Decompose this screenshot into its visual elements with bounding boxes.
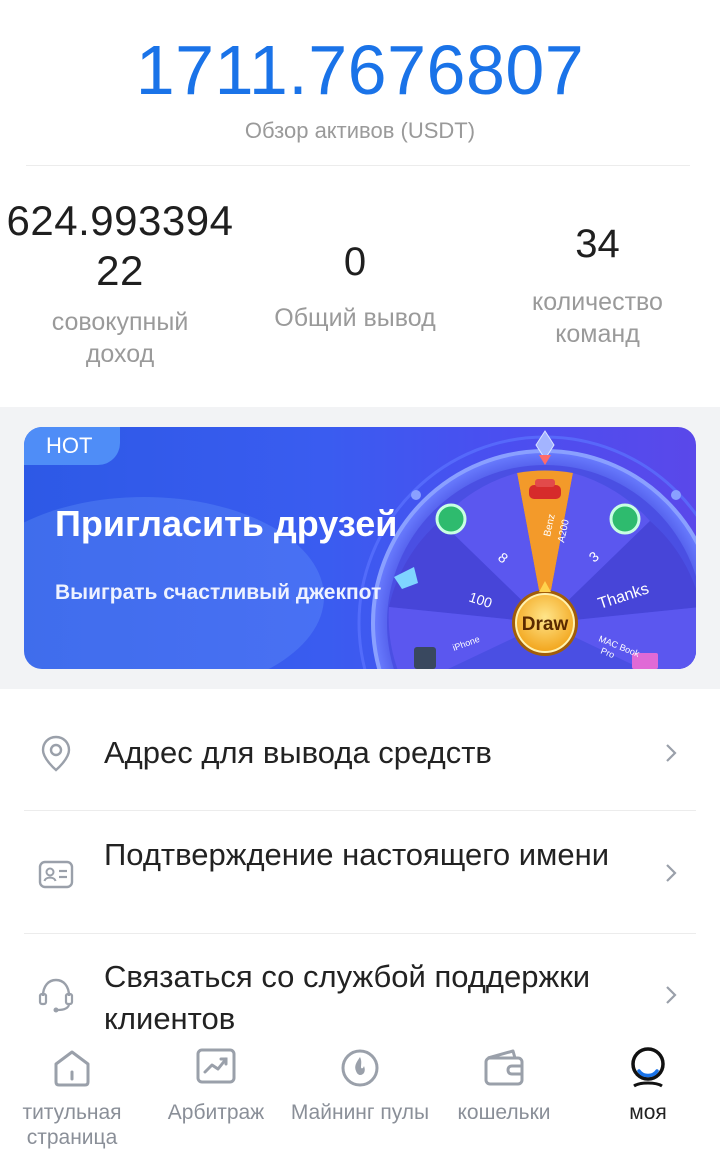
total-assets-label: Обзор активов (USDT) bbox=[244, 118, 476, 143]
stats-row: 624.99339422 совокупный доход 0 Общий вы… bbox=[0, 190, 720, 390]
tab-label: Майнинг пулы bbox=[290, 1101, 430, 1124]
stat-total-income: 624.99339422 совокупный доход bbox=[0, 196, 240, 370]
invite-friends-banner[interactable]: HOT Пригласить друзей Выиграть счастливы… bbox=[24, 427, 696, 669]
trend-chart-icon bbox=[196, 1048, 236, 1084]
hot-badge: HOT bbox=[24, 427, 120, 465]
chevron-right-icon bbox=[666, 744, 677, 762]
tab-profile[interactable]: моя bbox=[578, 1044, 718, 1164]
assets-overview: 1711.7676807 Обзор активов (USDT) bbox=[0, 0, 720, 166]
location-pin-icon bbox=[41, 735, 71, 772]
menu-item-real-name-verification[interactable]: Подтверждение настоящего имени bbox=[24, 830, 696, 920]
divider bbox=[24, 933, 696, 934]
chevron-right-icon bbox=[666, 986, 677, 1004]
bottom-tab-bar: титульная страница Арбитраж Майнинг пулы bbox=[0, 1034, 720, 1164]
divider bbox=[24, 810, 696, 811]
total-assets-value: 1711.7676807 bbox=[135, 31, 585, 109]
stat-team-count: 34 количество команд bbox=[490, 220, 705, 350]
tab-label: кошельки bbox=[457, 1101, 551, 1124]
total-income-label: совокупный доход bbox=[51, 308, 189, 368]
menu-item-customer-support[interactable]: Связаться со службой поддержки клиентов bbox=[24, 952, 696, 1042]
menu-item-label: Подтверждение настоящего имени bbox=[104, 837, 610, 872]
headset-icon bbox=[38, 978, 74, 1013]
menu-item-withdraw-address[interactable]: Адрес для вывода средств bbox=[24, 718, 696, 788]
menu-item-label: Адрес для вывода средств bbox=[104, 735, 492, 770]
lucky-wheel-icon: Benz A200 3 Thanks MAC Book Pro iPhone 1… bbox=[357, 430, 696, 669]
profile-icon bbox=[631, 1047, 665, 1088]
wallet-icon bbox=[484, 1049, 524, 1086]
tab-label: моя bbox=[629, 1101, 667, 1124]
team-count-value: 34 bbox=[575, 222, 620, 266]
tab-mining-pools[interactable]: Майнинг пулы bbox=[290, 1044, 430, 1164]
id-card-icon bbox=[38, 860, 74, 889]
banner-subtitle: Выиграть счастливый джекпот bbox=[55, 581, 382, 604]
home-icon bbox=[54, 1050, 90, 1087]
stat-total-withdraw: 0 Общий вывод bbox=[250, 238, 460, 334]
flame-icon bbox=[341, 1049, 379, 1087]
total-withdraw-value: 0 bbox=[343, 240, 367, 284]
tab-home[interactable]: титульная страница bbox=[2, 1044, 142, 1164]
tab-wallets[interactable]: кошельки bbox=[434, 1044, 574, 1164]
total-income-value: 624.99339422 bbox=[6, 197, 234, 294]
draw-button-label: Draw bbox=[522, 614, 569, 635]
tab-label: титульная страница bbox=[22, 1101, 122, 1149]
banner-title: Пригласить друзей bbox=[55, 503, 398, 544]
account-page: 1711.7676807 Обзор активов (USDT) 624.99… bbox=[0, 0, 720, 1164]
team-count-label: количество команд bbox=[532, 288, 663, 348]
tab-arbitrage[interactable]: Арбитраж bbox=[146, 1044, 286, 1164]
menu-item-label: Связаться со службой поддержки клиентов bbox=[104, 959, 591, 1036]
divider bbox=[26, 165, 690, 166]
total-withdraw-label: Общий вывод bbox=[274, 304, 436, 332]
chevron-right-icon bbox=[666, 864, 677, 882]
tab-label: Арбитраж bbox=[167, 1101, 265, 1124]
